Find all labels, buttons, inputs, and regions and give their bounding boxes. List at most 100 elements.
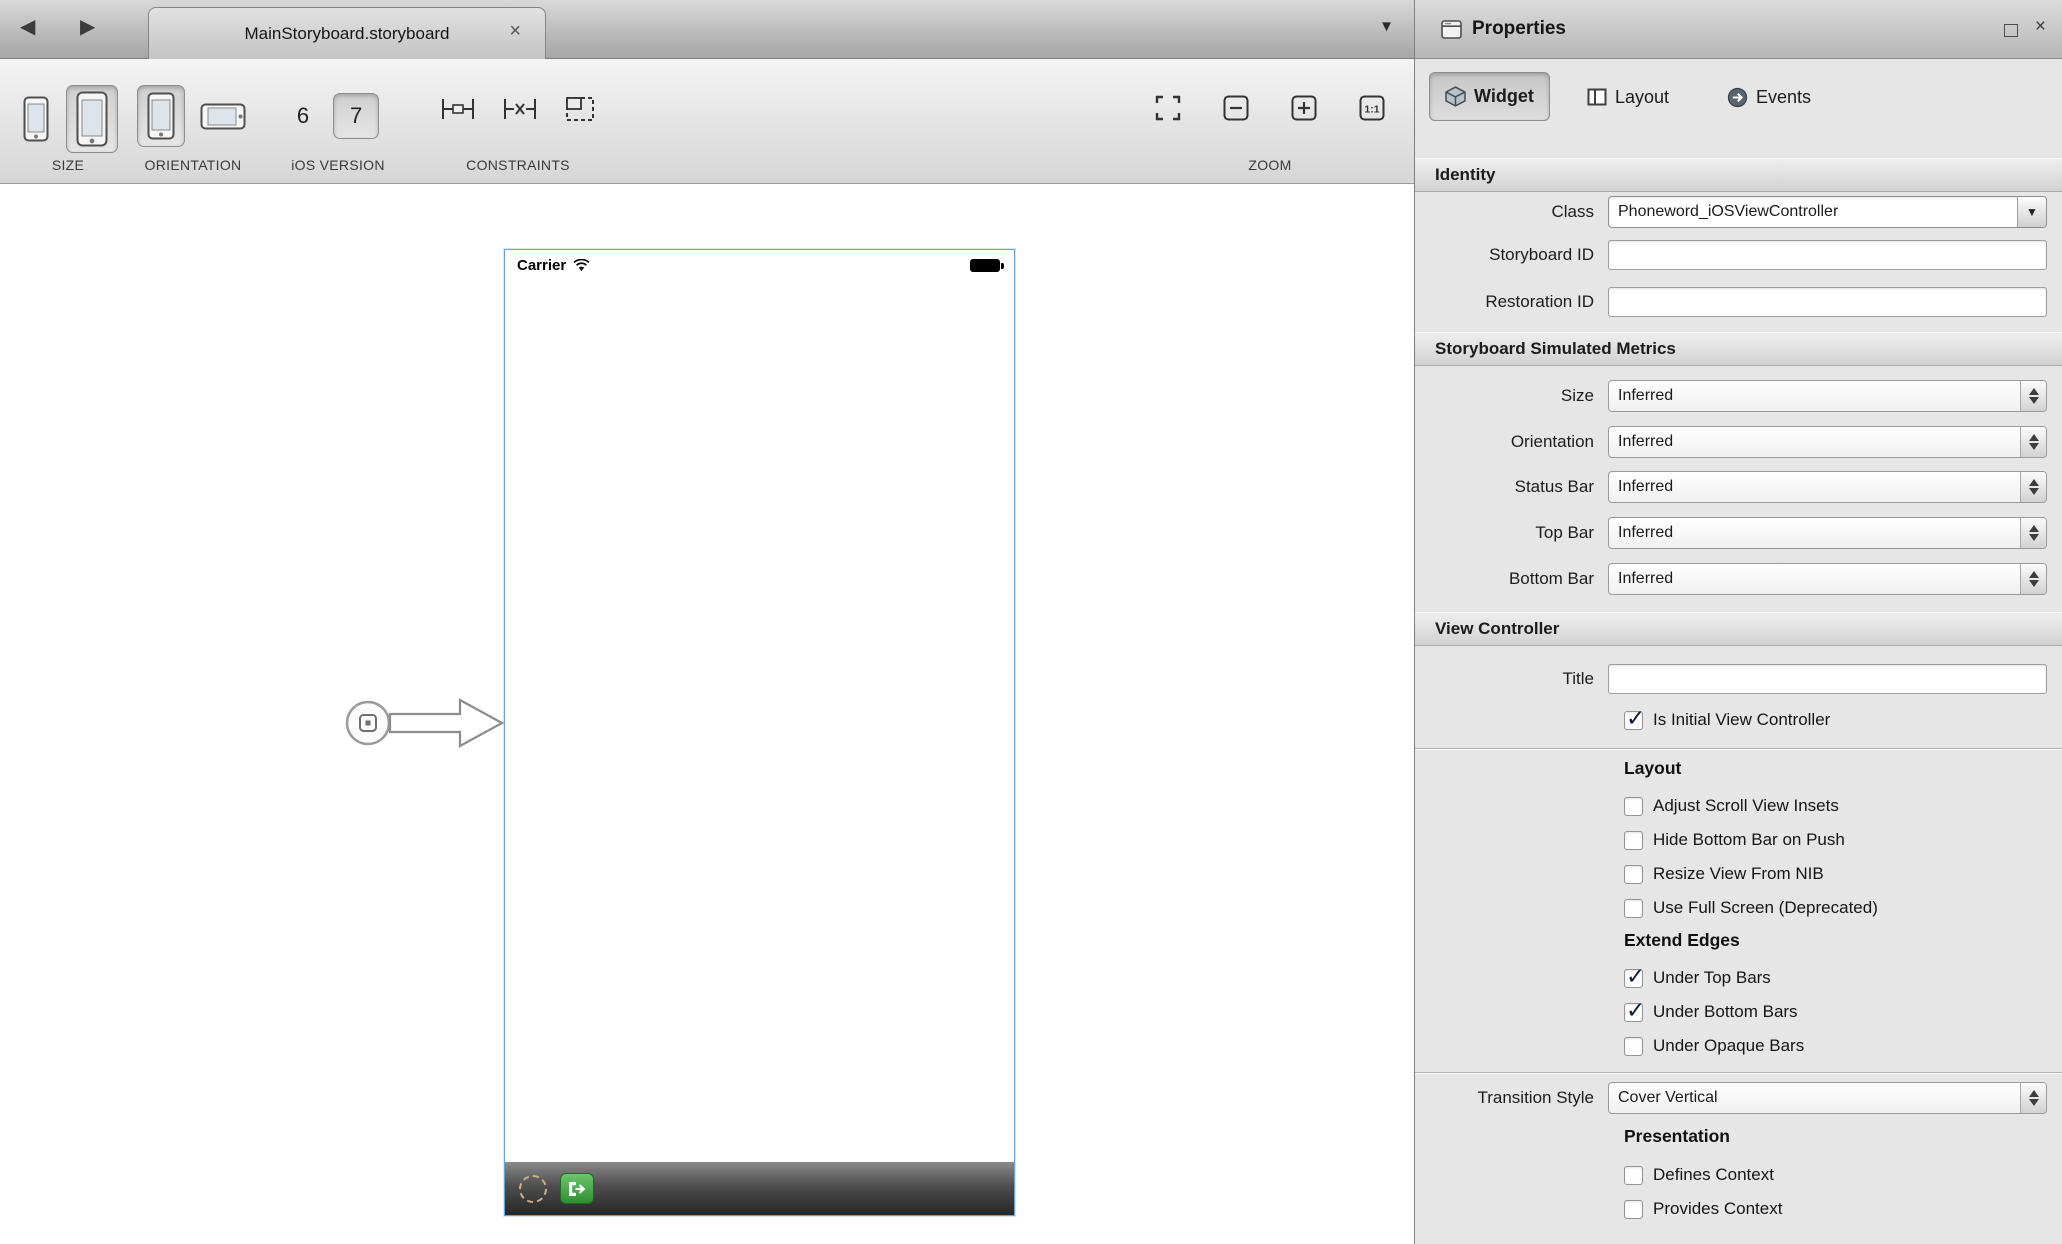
divider bbox=[1415, 1072, 2062, 1073]
bottom-bar-metric-label: Bottom Bar bbox=[1415, 569, 1608, 589]
title-input[interactable] bbox=[1608, 664, 2047, 694]
size-group: SIZE bbox=[10, 59, 126, 183]
size-row: Size Inferred bbox=[1415, 380, 2062, 412]
under-top-bars-label: Under Top Bars bbox=[1653, 968, 1771, 988]
adjust-scroll-insets-checkbox[interactable] bbox=[1624, 797, 1643, 816]
zoom-actual-size-icon[interactable]: 1:1 bbox=[1359, 95, 1385, 121]
carrier-label: Carrier bbox=[517, 257, 566, 274]
stepper-icon[interactable] bbox=[2020, 427, 2046, 457]
tab-close-icon[interactable]: × bbox=[509, 20, 521, 43]
size-small-phone-icon[interactable] bbox=[18, 88, 54, 150]
tab-list-icon[interactable]: ▼ bbox=[1379, 18, 1394, 35]
provides-context-checkbox[interactable] bbox=[1624, 1200, 1643, 1219]
properties-tabs: Widget Layout Events bbox=[1415, 59, 2062, 158]
constraint-width-icon[interactable] bbox=[440, 95, 476, 123]
class-row: Class Phoneword_iOSViewController ▼ bbox=[1415, 196, 2062, 228]
orientation-landscape-icon[interactable] bbox=[197, 86, 249, 146]
storyboard-id-row: Storyboard ID bbox=[1415, 240, 2062, 270]
tab-events-label: Events bbox=[1756, 87, 1811, 108]
placeholder-outlet-icon[interactable] bbox=[519, 1175, 547, 1203]
battery-icon bbox=[970, 259, 1000, 272]
tab-mainstoryboard[interactable]: MainStoryboard.storyboard × bbox=[148, 7, 546, 59]
status-bar-popup[interactable]: Inferred bbox=[1608, 471, 2047, 503]
under-bottom-bars-checkbox[interactable] bbox=[1624, 1003, 1643, 1022]
status-bar-metric-label: Status Bar bbox=[1415, 477, 1608, 497]
section-metrics: Storyboard Simulated Metrics bbox=[1415, 332, 2062, 366]
divider bbox=[1415, 748, 2062, 749]
xamarin-designer-window: ◀ ▶ MainStoryboard.storyboard × ▼ SI bbox=[0, 0, 2062, 1244]
close-panel-icon[interactable]: × bbox=[2035, 16, 2046, 38]
size-metric-label: Size bbox=[1415, 386, 1608, 406]
stepper-icon[interactable] bbox=[2020, 564, 2046, 594]
tab-events[interactable]: Events bbox=[1727, 84, 1811, 110]
tab-widget[interactable]: Widget bbox=[1429, 72, 1550, 121]
under-top-bars-checkbox[interactable] bbox=[1624, 969, 1643, 988]
dock-icon[interactable] bbox=[2004, 24, 2018, 37]
under-bottom-bars-label: Under Bottom Bars bbox=[1653, 1002, 1798, 1022]
transition-style-label: Transition Style bbox=[1415, 1088, 1608, 1108]
bottom-bar-popup-value: Inferred bbox=[1609, 570, 2020, 588]
tab-layout-label: Layout bbox=[1615, 87, 1669, 108]
is-initial-row: Is Initial View Controller bbox=[1624, 706, 1830, 734]
zoom-out-icon[interactable] bbox=[1223, 95, 1249, 121]
storyboard-canvas[interactable]: Carrier bbox=[0, 184, 1414, 1244]
constraints-group: CONSTRAINTS bbox=[428, 59, 608, 183]
class-dropdown-icon[interactable]: ▼ bbox=[2017, 197, 2046, 227]
is-initial-checkbox[interactable] bbox=[1624, 711, 1643, 730]
ios6-button[interactable]: 6 bbox=[297, 103, 309, 129]
transition-style-popup[interactable]: Cover Vertical bbox=[1608, 1082, 2047, 1114]
restoration-id-row: Restoration ID bbox=[1415, 287, 2062, 317]
stepper-icon[interactable] bbox=[2020, 472, 2046, 502]
bottom-bar-popup[interactable]: Inferred bbox=[1608, 563, 2047, 595]
top-bar-popup[interactable]: Inferred bbox=[1608, 517, 2047, 549]
forward-icon[interactable]: ▶ bbox=[80, 14, 95, 39]
defines-context-checkbox[interactable] bbox=[1624, 1166, 1643, 1185]
storyboard-id-input[interactable] bbox=[1608, 240, 2047, 270]
initial-view-controller-arrow[interactable] bbox=[338, 687, 510, 759]
tab-layout[interactable]: Layout bbox=[1587, 84, 1669, 110]
title-row: Title bbox=[1415, 664, 2062, 694]
zoom-in-icon[interactable] bbox=[1291, 95, 1317, 121]
constraints-label: CONSTRAINTS bbox=[428, 157, 608, 173]
hide-bottom-bar-checkbox[interactable] bbox=[1624, 831, 1643, 850]
stepper-icon[interactable] bbox=[2020, 1083, 2046, 1113]
ios7-button[interactable]: 7 bbox=[333, 93, 379, 139]
restoration-id-input[interactable] bbox=[1608, 287, 2047, 317]
extend-edges-heading: Extend Edges bbox=[1624, 930, 1740, 951]
status-bar-popup-value: Inferred bbox=[1609, 478, 2020, 496]
orientation-portrait-button[interactable] bbox=[137, 85, 185, 147]
resize-view-checkbox[interactable] bbox=[1624, 865, 1643, 884]
size-popup[interactable]: Inferred bbox=[1608, 380, 2047, 412]
orientation-label: ORIENTATION bbox=[130, 157, 256, 173]
stepper-icon[interactable] bbox=[2020, 518, 2046, 548]
designer-toolbar: SIZE ORIENTATION 6 7 bbox=[0, 59, 1414, 184]
adjust-scroll-insets-label: Adjust Scroll View Insets bbox=[1653, 796, 1839, 816]
back-icon[interactable]: ◀ bbox=[20, 14, 35, 39]
properties-panel: Properties × Widget Layout Eve bbox=[1414, 0, 2062, 1244]
constraint-frame-icon[interactable] bbox=[564, 95, 596, 123]
resize-view-label: Resize View From NIB bbox=[1653, 864, 1824, 884]
orientation-popup[interactable]: Inferred bbox=[1608, 426, 2047, 458]
size-tall-phone-button[interactable] bbox=[66, 85, 118, 153]
under-opaque-bars-checkbox[interactable] bbox=[1624, 1037, 1643, 1056]
view-controller-view[interactable]: Carrier bbox=[504, 249, 1015, 1216]
constraint-spacing-icon[interactable] bbox=[502, 95, 538, 123]
top-bar-row: Top Bar Inferred bbox=[1415, 517, 2062, 549]
ios-version-label: iOS VERSION bbox=[280, 157, 396, 173]
zoom-fullscreen-icon[interactable] bbox=[1155, 95, 1181, 121]
wifi-icon bbox=[573, 259, 590, 272]
under-bottom-bars-row: Under Bottom Bars bbox=[1624, 998, 1798, 1026]
use-full-screen-row: Use Full Screen (Deprecated) bbox=[1624, 894, 1878, 922]
status-bar-row: Status Bar Inferred bbox=[1415, 471, 2062, 503]
presentation-heading: Presentation bbox=[1624, 1126, 1730, 1147]
exit-segue-icon[interactable] bbox=[560, 1173, 594, 1204]
phone-bottom-toolbar bbox=[505, 1162, 1014, 1215]
phone-status-bar: Carrier bbox=[505, 250, 1014, 280]
layout-group-heading: Layout bbox=[1624, 758, 1681, 779]
stepper-icon[interactable] bbox=[2020, 381, 2046, 411]
transition-style-row: Transition Style Cover Vertical bbox=[1415, 1082, 2062, 1114]
use-full-screen-checkbox[interactable] bbox=[1624, 899, 1643, 918]
title-label: Title bbox=[1415, 669, 1608, 689]
events-icon bbox=[1727, 87, 1748, 108]
class-combobox[interactable]: Phoneword_iOSViewController ▼ bbox=[1608, 196, 2047, 228]
